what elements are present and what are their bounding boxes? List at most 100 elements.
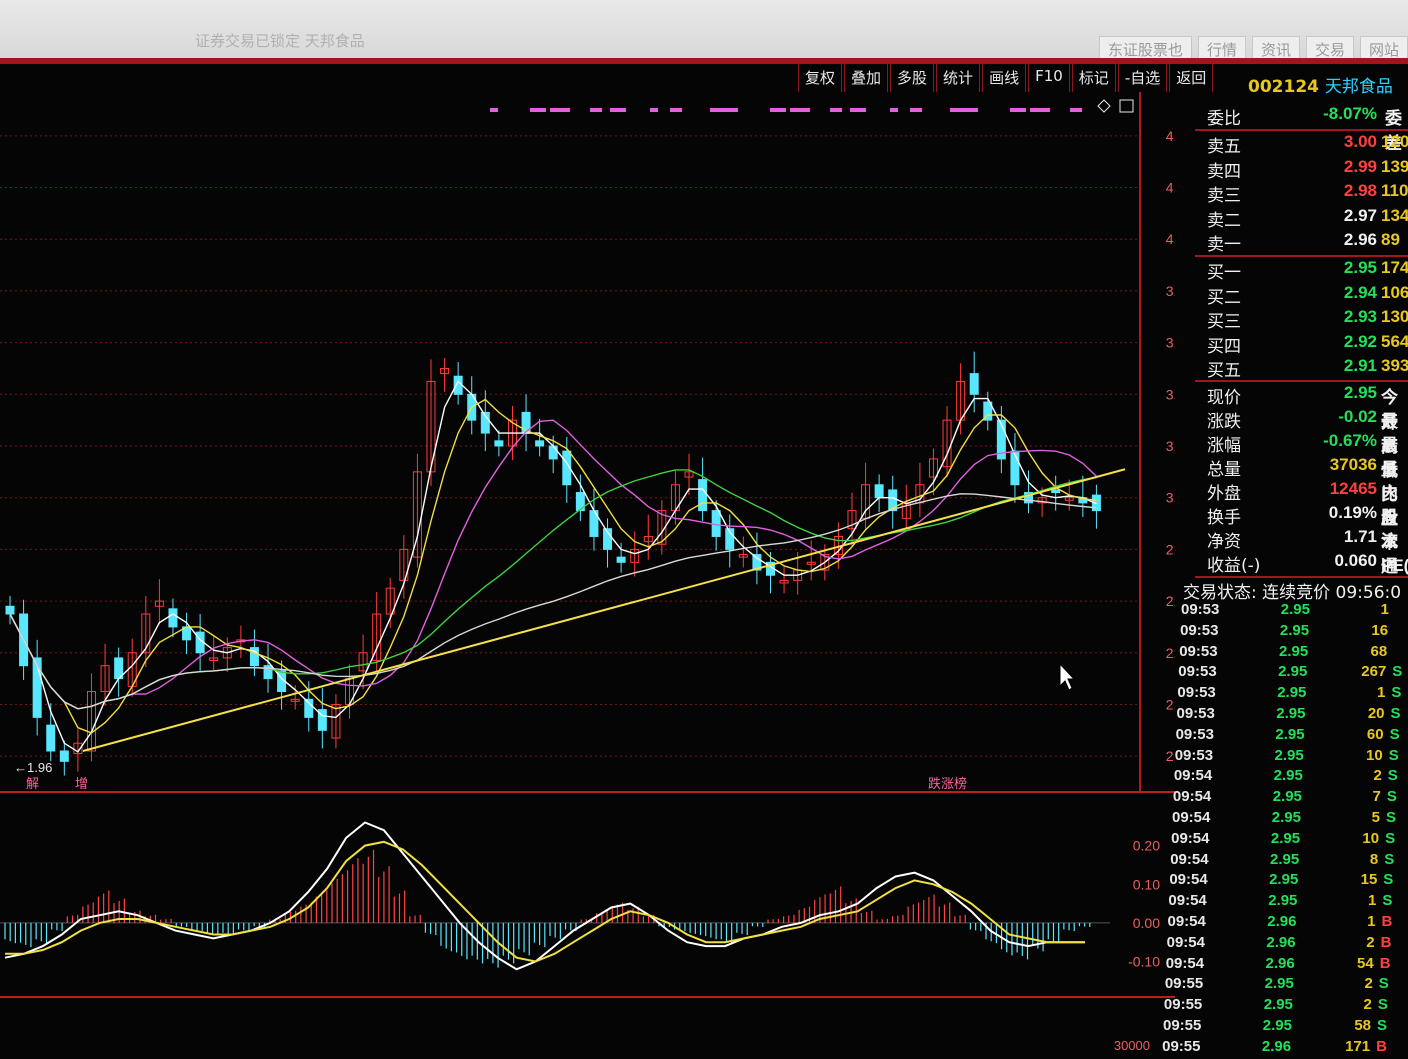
bid-row-extra: 564 [1381, 331, 1408, 351]
ask-row-value: 2.96 [1343, 230, 1377, 249]
macd-axis-tick: 0.00 [1133, 915, 1160, 931]
tick-price: 2.96 [1265, 954, 1295, 972]
toolbar-statistics[interactable]: 统计 [936, 64, 981, 92]
ask-row-value: 3.00 [1343, 132, 1377, 151]
tick-volume: 2 [1364, 975, 1373, 993]
toolbar-draw-line[interactable]: 画线 [982, 64, 1027, 92]
stat-row: 外盘 12465 内盘 [1175, 479, 1408, 528]
stat-row-label: 涨跌 [1207, 412, 1241, 432]
bid-row-label: 买五 [1207, 361, 1241, 381]
toolbar-overlay[interactable]: 叠加 [844, 64, 889, 92]
info-mine-marker [490, 108, 498, 112]
tick-volume: 8 [1369, 850, 1379, 868]
candle-body [168, 608, 178, 628]
event-marker: 增 [75, 776, 88, 791]
tick-row: 09:55 2.95 2 S [1164, 996, 1408, 1017]
tick-row: 09:54 2.95 5 S [1172, 809, 1408, 830]
weibi-value: -8.07% [1323, 104, 1377, 123]
price-axis-tick: 2.60 [1166, 593, 1175, 609]
tick-time: 09:54 [1172, 788, 1212, 806]
candle-body [548, 445, 558, 460]
bid-row: 买四 2.92 564 [1175, 331, 1408, 357]
tick-time: 09:54 [1170, 850, 1209, 868]
tick-price: 2.95 [1264, 975, 1294, 993]
price-axis-tick: 4.40 [1166, 128, 1175, 144]
tick-side: S [1382, 892, 1393, 910]
tick-volume: 7 [1372, 788, 1381, 806]
toolbar-multi-stock[interactable]: 多股 [890, 64, 935, 92]
tick-side: S [1389, 725, 1400, 743]
bid-row-extra: 393 [1381, 356, 1408, 375]
candle-body [59, 750, 69, 762]
tick-row: 09:54 2.96 2 B [1167, 934, 1408, 955]
tick-time: 09:55 [1163, 996, 1203, 1014]
tick-volume: 54 [1357, 954, 1374, 972]
stat-row: 净资 1.71 流通 [1175, 527, 1408, 576]
title-bar: 证券交易已锁定 天邦食品 东证股票也 行情 资讯 交易 网站 [0, 0, 1408, 63]
tick-row: 09:54 2.95 15 S [1169, 871, 1408, 892]
tick-row: 09:53 2.95 1 [1175, 601, 1408, 622]
weibi-label: 委比 [1207, 109, 1241, 129]
bid-row-label: 买一 [1207, 263, 1241, 283]
stat-row: 涨跌 -0.02 最高 [1175, 407, 1408, 456]
toolbar-watchlist[interactable]: -自选 [1117, 64, 1168, 92]
diamond-icon[interactable] [1097, 99, 1111, 113]
stat-row: 涨幅 -0.67% 最低 [1175, 431, 1408, 480]
ask-row-extra: 134 [1381, 205, 1408, 225]
tick-side: S [1390, 705, 1401, 722]
tick-volume: 267 [1361, 663, 1387, 681]
tick-row: 09:54 2.96 54 B [1166, 954, 1408, 976]
tick-volume: 15 [1360, 871, 1378, 889]
bid-row-extra: 1300 [1381, 307, 1408, 326]
toolbar-f10[interactable]: F10 [1028, 64, 1070, 92]
tick-volume: 1 [1368, 892, 1377, 910]
stat-row-value: 1.71 [1343, 527, 1377, 546]
tick-time: 09:53 [1175, 725, 1214, 743]
candle-body [874, 484, 884, 499]
tick-price: 2.95 [1263, 996, 1293, 1014]
stock-header: 002124 天邦食品 [1248, 72, 1393, 97]
tick-price: 2.95 [1272, 788, 1302, 806]
price-axis-tick: 3.80 [1166, 283, 1175, 299]
price-axis-tick: 3.60 [1166, 335, 1175, 351]
tick-price: 2.95 [1268, 892, 1298, 910]
tick-price: 2.95 [1277, 684, 1307, 702]
bid-row: 买一 2.951747 [1175, 258, 1408, 283]
candle-body [969, 373, 979, 395]
tick-volume: 58 [1354, 1017, 1371, 1034]
trade-status-text: 交易状态: 连续竞价 09:56:0 [1183, 583, 1402, 603]
info-mine-marker [710, 108, 730, 112]
info-mine-marker [730, 108, 738, 112]
info-mine-marker [950, 108, 970, 112]
stat-row-value: 12465 [1329, 479, 1377, 498]
tick-price: 2.95 [1274, 746, 1304, 764]
weibi-row: 委比 -8.07% 委差 [1175, 104, 1408, 153]
support-trendline[interactable] [82, 468, 1126, 752]
tick-row: 09:54 2.95 2 S [1174, 767, 1408, 788]
tick-side: S [1392, 663, 1403, 681]
tick-row: 09:54 2.96 1 B [1168, 913, 1408, 934]
tick-time: 09:54 [1172, 809, 1211, 826]
info-mine-marker [850, 108, 866, 112]
ask-row-extra: 139 [1381, 156, 1408, 176]
tick-side: S [1378, 975, 1389, 993]
tick-price: 2.95 [1273, 767, 1303, 785]
kline-chart[interactable]: 4.40 4.20 4.00 3.80 3.60 3.40 3.20 3.00 2.80 2.60… [0, 92, 1175, 1056]
price-axis-tick: 2.80 [1166, 541, 1175, 557]
tick-price: 2.95 [1276, 705, 1306, 722]
price-axis-tick: 3.40 [1166, 386, 1175, 402]
candle-body [46, 724, 56, 752]
toolbar-restore-rights[interactable]: 复权 [798, 64, 843, 92]
tick-row: 09:54 2.95 1 S [1168, 892, 1408, 913]
info-mine-marker [650, 108, 658, 112]
tick-side: S [1384, 850, 1395, 868]
tick-time: 09:53 [1176, 705, 1215, 722]
bid-row-label: 买二 [1207, 287, 1241, 308]
toolbar-mark[interactable]: 标记 [1071, 64, 1116, 92]
toolbar-back[interactable]: 返回 [1169, 64, 1214, 92]
tick-volume: 68 [1370, 642, 1388, 660]
tick-price: 2.95 [1271, 809, 1301, 826]
info-mine-marker [670, 108, 682, 112]
window-toggle-icon[interactable] [1119, 99, 1134, 113]
bid-row-extra: 1064 [1381, 282, 1408, 302]
